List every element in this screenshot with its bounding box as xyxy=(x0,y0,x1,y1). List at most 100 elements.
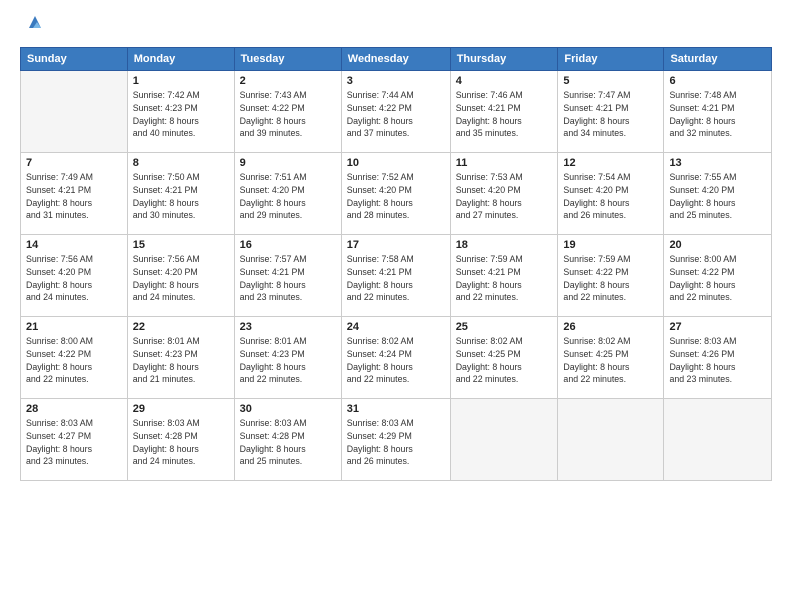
calendar-cell: 23 Sunrise: 8:01 AMSunset: 4:23 PMDayligh… xyxy=(234,317,341,399)
day-info: Sunrise: 7:47 AMSunset: 4:21 PMDaylight:… xyxy=(563,89,658,140)
calendar-cell: 8 Sunrise: 7:50 AMSunset: 4:21 PMDaylight… xyxy=(127,153,234,235)
day-info: Sunrise: 7:59 AMSunset: 4:22 PMDaylight:… xyxy=(563,253,658,304)
calendar-cell xyxy=(21,71,128,153)
day-number: 5 xyxy=(563,75,658,87)
header xyxy=(20,16,772,37)
day-number: 21 xyxy=(26,321,122,333)
day-info: Sunrise: 8:02 AMSunset: 4:24 PMDaylight:… xyxy=(347,335,445,386)
day-number: 29 xyxy=(133,403,229,415)
calendar-cell xyxy=(450,399,558,481)
day-info: Sunrise: 7:56 AMSunset: 4:20 PMDaylight:… xyxy=(26,253,122,304)
calendar-cell: 26 Sunrise: 8:02 AMSunset: 4:25 PMDayligh… xyxy=(558,317,664,399)
day-info: Sunrise: 8:02 AMSunset: 4:25 PMDaylight:… xyxy=(563,335,658,386)
weekday-header-monday: Monday xyxy=(127,48,234,71)
day-info: Sunrise: 7:48 AMSunset: 4:21 PMDaylight:… xyxy=(669,89,766,140)
calendar-cell: 12 Sunrise: 7:54 AMSunset: 4:20 PMDayligh… xyxy=(558,153,664,235)
day-info: Sunrise: 7:52 AMSunset: 4:20 PMDaylight:… xyxy=(347,171,445,222)
day-info: Sunrise: 8:01 AMSunset: 4:23 PMDaylight:… xyxy=(240,335,336,386)
calendar-cell: 28Sunrise: 8:03 AMSunset: 4:27 PMDayligh… xyxy=(21,399,128,481)
day-info: Sunrise: 7:59 AMSunset: 4:21 PMDaylight:… xyxy=(456,253,553,304)
day-info: Sunrise: 7:53 AMSunset: 4:20 PMDaylight:… xyxy=(456,171,553,222)
calendar-cell: 19 Sunrise: 7:59 AMSunset: 4:22 PMDayligh… xyxy=(558,235,664,317)
calendar-cell: 11 Sunrise: 7:53 AMSunset: 4:20 PMDayligh… xyxy=(450,153,558,235)
day-info: Sunrise: 8:00 AMSunset: 4:22 PMDaylight:… xyxy=(26,335,122,386)
day-info: Sunrise: 7:49 AMSunset: 4:21 PMDaylight:… xyxy=(26,171,122,222)
calendar-week-row: 14 Sunrise: 7:56 AMSunset: 4:20 PMDayligh… xyxy=(21,235,772,317)
day-number: 11 xyxy=(456,157,553,169)
day-number: 10 xyxy=(347,157,445,169)
day-info: Sunrise: 7:43 AMSunset: 4:22 PMDaylight:… xyxy=(240,89,336,140)
weekday-header-sunday: Sunday xyxy=(21,48,128,71)
calendar-cell: 29 Sunrise: 8:03 AMSunset: 4:28 PMDayligh… xyxy=(127,399,234,481)
day-info: Sunrise: 7:42 AMSunset: 4:23 PMDaylight:… xyxy=(133,89,229,140)
day-number: 12 xyxy=(563,157,658,169)
day-number: 4 xyxy=(456,75,553,87)
calendar-cell: 17 Sunrise: 7:58 AMSunset: 4:21 PMDayligh… xyxy=(341,235,450,317)
day-info: Sunrise: 7:58 AMSunset: 4:21 PMDaylight:… xyxy=(347,253,445,304)
weekday-header-wednesday: Wednesday xyxy=(341,48,450,71)
calendar-cell: 10 Sunrise: 7:52 AMSunset: 4:20 PMDayligh… xyxy=(341,153,450,235)
day-info: Sunrise: 8:03 AMSunset: 4:28 PMDaylight:… xyxy=(240,417,336,468)
calendar-cell: 31 Sunrise: 8:03 AMSunset: 4:29 PMDayligh… xyxy=(341,399,450,481)
day-number: 28 xyxy=(26,403,122,415)
weekday-header-saturday: Saturday xyxy=(664,48,772,71)
weekday-header-tuesday: Tuesday xyxy=(234,48,341,71)
day-number: 9 xyxy=(240,157,336,169)
day-number: 27 xyxy=(669,321,766,333)
calendar-cell: 22Sunrise: 8:01 AMSunset: 4:23 PMDayligh… xyxy=(127,317,234,399)
day-info: Sunrise: 8:00 AMSunset: 4:22 PMDaylight:… xyxy=(669,253,766,304)
day-number: 13 xyxy=(669,157,766,169)
day-number: 17 xyxy=(347,239,445,251)
day-number: 6 xyxy=(669,75,766,87)
day-number: 8 xyxy=(133,157,229,169)
day-info: Sunrise: 8:03 AMSunset: 4:28 PMDaylight:… xyxy=(133,417,229,468)
day-info: Sunrise: 8:03 AMSunset: 4:29 PMDaylight:… xyxy=(347,417,445,468)
calendar-cell: 4 Sunrise: 7:46 AMSunset: 4:21 PMDaylight… xyxy=(450,71,558,153)
day-info: Sunrise: 8:03 AMSunset: 4:26 PMDaylight:… xyxy=(669,335,766,386)
day-info: Sunrise: 7:56 AMSunset: 4:20 PMDaylight:… xyxy=(133,253,229,304)
day-number: 2 xyxy=(240,75,336,87)
day-info: Sunrise: 7:54 AMSunset: 4:20 PMDaylight:… xyxy=(563,171,658,222)
calendar-week-row: 28Sunrise: 8:03 AMSunset: 4:27 PMDayligh… xyxy=(21,399,772,481)
calendar-cell: 7 Sunrise: 7:49 AMSunset: 4:21 PMDaylight… xyxy=(21,153,128,235)
day-number: 7 xyxy=(26,157,122,169)
day-info: Sunrise: 7:46 AMSunset: 4:21 PMDaylight:… xyxy=(456,89,553,140)
weekday-header-thursday: Thursday xyxy=(450,48,558,71)
day-number: 31 xyxy=(347,403,445,415)
day-info: Sunrise: 8:02 AMSunset: 4:25 PMDaylight:… xyxy=(456,335,553,386)
calendar-table: SundayMondayTuesdayWednesdayThursdayFrid… xyxy=(20,47,772,481)
day-number: 25 xyxy=(456,321,553,333)
calendar-cell: 5 Sunrise: 7:47 AMSunset: 4:21 PMDaylight… xyxy=(558,71,664,153)
day-number: 15 xyxy=(133,239,229,251)
calendar-cell xyxy=(558,399,664,481)
calendar-cell: 13 Sunrise: 7:55 AMSunset: 4:20 PMDayligh… xyxy=(664,153,772,235)
day-info: Sunrise: 7:55 AMSunset: 4:20 PMDaylight:… xyxy=(669,171,766,222)
calendar-cell: 27 Sunrise: 8:03 AMSunset: 4:26 PMDayligh… xyxy=(664,317,772,399)
day-number: 26 xyxy=(563,321,658,333)
calendar-cell: 2 Sunrise: 7:43 AMSunset: 4:22 PMDaylight… xyxy=(234,71,341,153)
calendar-cell: 1 Sunrise: 7:42 AMSunset: 4:23 PMDaylight… xyxy=(127,71,234,153)
day-number: 16 xyxy=(240,239,336,251)
day-number: 3 xyxy=(347,75,445,87)
day-info: Sunrise: 8:01 AMSunset: 4:23 PMDaylight:… xyxy=(133,335,229,386)
day-number: 20 xyxy=(669,239,766,251)
calendar-week-row: 7 Sunrise: 7:49 AMSunset: 4:21 PMDaylight… xyxy=(21,153,772,235)
calendar-cell: 3Sunrise: 7:44 AMSunset: 4:22 PMDaylight… xyxy=(341,71,450,153)
day-number: 24 xyxy=(347,321,445,333)
calendar-cell xyxy=(664,399,772,481)
calendar-cell: 18 Sunrise: 7:59 AMSunset: 4:21 PMDayligh… xyxy=(450,235,558,317)
calendar-week-row: 1 Sunrise: 7:42 AMSunset: 4:23 PMDaylight… xyxy=(21,71,772,153)
calendar-cell: 16 Sunrise: 7:57 AMSunset: 4:21 PMDayligh… xyxy=(234,235,341,317)
day-number: 19 xyxy=(563,239,658,251)
day-number: 23 xyxy=(240,321,336,333)
day-number: 18 xyxy=(456,239,553,251)
day-number: 30 xyxy=(240,403,336,415)
day-info: Sunrise: 7:57 AMSunset: 4:21 PMDaylight:… xyxy=(240,253,336,304)
day-number: 14 xyxy=(26,239,122,251)
calendar-cell: 9Sunrise: 7:51 AMSunset: 4:20 PMDaylight… xyxy=(234,153,341,235)
logo xyxy=(20,16,45,37)
day-number: 1 xyxy=(133,75,229,87)
day-info: Sunrise: 7:50 AMSunset: 4:21 PMDaylight:… xyxy=(133,171,229,222)
calendar-cell: 6 Sunrise: 7:48 AMSunset: 4:21 PMDaylight… xyxy=(664,71,772,153)
calendar-cell: 20 Sunrise: 8:00 AMSunset: 4:22 PMDayligh… xyxy=(664,235,772,317)
